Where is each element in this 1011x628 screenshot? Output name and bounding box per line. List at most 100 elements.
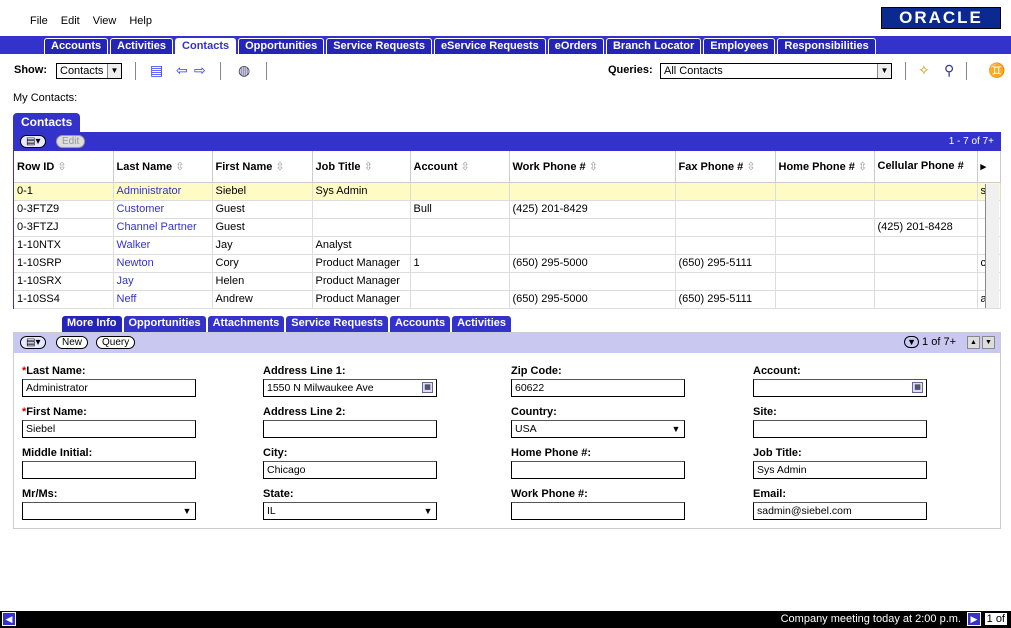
table-row[interactable]: 1-10SRX Jay Helen Product Manager [14,272,1001,291]
column-header[interactable]: Work Phone # ⇳ [509,151,676,183]
mrms-select[interactable]: ▼ [22,502,196,520]
detail-tab-opportunities[interactable]: Opportunities [123,316,206,332]
state-select[interactable]: IL ▼ [263,502,437,520]
home-phone-field[interactable] [511,461,685,479]
column-header[interactable]: Cellular Phone # [874,151,978,183]
back-arrow-icon[interactable]: ⇦ [176,62,188,79]
work-phone-field[interactable] [511,502,685,520]
table-cell[interactable]: Newton [113,254,213,273]
sort-icon[interactable]: ⇳ [361,161,373,173]
next-record-icon[interactable]: ▼ [982,336,995,349]
detail-tab-attachments[interactable]: Attachments [207,316,285,332]
scroll-columns-icon[interactable]: ▸ [977,151,1001,183]
table-cell[interactable]: Walker [113,236,213,255]
query-button[interactable]: Query [96,336,136,349]
chevron-down-icon[interactable]: ▼ [421,504,435,518]
binoculars-icon[interactable]: ♊ [988,62,1005,79]
table-row[interactable]: 0-3FTZJ Channel Partner Guest (425) 201-842… [14,218,1001,237]
forward-arrow-icon[interactable]: ⇨ [194,62,206,79]
column-header[interactable]: Home Phone # ⇳ [775,151,875,183]
column-header[interactable]: Account ⇳ [410,151,510,183]
job-title-field[interactable]: Sys Admin [753,461,927,479]
address1-field[interactable]: 1550 N Milwaukee Ave ▦ [263,379,437,397]
detail-tab-service-requests[interactable]: Service Requests [286,316,388,332]
detail-tab-accounts[interactable]: Accounts [389,316,451,332]
chevron-down-icon[interactable]: ▼ [877,64,891,78]
edit-button[interactable]: Edit [56,135,86,148]
globe-icon[interactable]: ◍ [238,62,250,79]
column-header[interactable]: Fax Phone # ⇳ [675,151,776,183]
column-header[interactable]: First Name ⇳ [212,151,313,183]
table-cell[interactable]: Jay [113,272,213,291]
account-label: Account: [753,365,801,377]
last-name-field[interactable]: Administrator [22,379,196,397]
column-header[interactable]: Job Title ⇳ [312,151,411,183]
table-cell[interactable]: Customer [113,200,213,219]
menu-help[interactable]: Help [129,15,152,27]
tab-eservice-requests[interactable]: eService Requests [433,38,546,54]
show-select[interactable]: Contacts ▼ [56,63,122,79]
menu-file[interactable]: File [30,15,48,27]
middle-initial-field[interactable] [22,461,196,479]
tab-contacts[interactable]: Contacts [175,38,237,54]
tab-accounts[interactable]: Accounts [44,38,109,54]
table-row[interactable]: 0-3FTZ9 Customer Guest Bull (425) 201-8429 [14,200,1001,219]
picklist-icon[interactable]: ▦ [912,382,923,393]
queries-select[interactable]: All Contacts ▼ [660,63,892,79]
scroll-right-icon[interactable]: ▶ [967,612,981,626]
form-menu-button[interactable]: ▤▾ [20,336,47,349]
detail-tab-more-info[interactable]: More Info [62,316,122,332]
column-header[interactable]: Last Name ⇳ [113,151,213,183]
table-cell[interactable]: Administrator [113,182,213,201]
list-scrollbar[interactable] [985,184,999,308]
tab-eorders[interactable]: eOrders [547,38,604,54]
chevron-down-icon[interactable]: ▼ [669,422,683,436]
chevron-down-icon[interactable]: ▼ [107,64,121,78]
applet-menu-button[interactable]: ▤▾ [20,135,47,148]
document-icon[interactable]: ▤ [150,62,163,79]
sort-icon[interactable]: ⇳ [54,161,66,173]
detail-tab-activities[interactable]: Activities [452,316,511,332]
scroll-left-icon[interactable]: ◀ [2,612,16,626]
tab-branch-locator[interactable]: Branch Locator [605,38,702,54]
first-name-field[interactable]: Siebel [22,420,196,438]
search-icon[interactable]: ⚲ [944,62,954,79]
table-row[interactable]: 1-10NTX Walker Jay Analyst [14,236,1001,255]
account-field[interactable]: ▦ [753,379,927,397]
tab-service-requests[interactable]: Service Requests [326,38,432,54]
sort-icon[interactable]: ⇳ [272,161,284,173]
city-field[interactable]: Chicago [263,461,437,479]
sort-icon[interactable]: ⇳ [855,161,867,173]
menu-edit[interactable]: Edit [61,15,80,27]
sort-icon[interactable]: ⇳ [743,161,755,173]
new-query-icon[interactable]: ✧ [918,62,930,79]
toolbar-separator [966,62,967,80]
email-field[interactable]: sadmin@siebel.com [753,502,927,520]
tab-employees[interactable]: Employees [703,38,776,54]
country-select[interactable]: USA ▼ [511,420,685,438]
table-cell: 1-10SRP [14,254,114,273]
tab-activities[interactable]: Activities [110,38,174,54]
column-header[interactable]: Row ID ⇳ [14,151,114,183]
chevron-down-icon[interactable]: ▼ [180,504,194,518]
table-cell[interactable]: Neff [113,290,213,309]
record-nav-icon[interactable]: ▼ [904,336,919,348]
zip-field[interactable]: 60622 [511,379,685,397]
tab-responsibilities[interactable]: Responsibilities [777,38,876,54]
site-field[interactable] [753,420,927,438]
picklist-icon[interactable]: ▦ [422,382,433,393]
new-button[interactable]: New [56,336,89,349]
table-cell[interactable]: Channel Partner [113,218,213,237]
tab-opportunities[interactable]: Opportunities [238,38,325,54]
menu-view[interactable]: View [93,15,117,27]
table-row[interactable]: 1-10SRP Newton Cory Product Manager 1 (650) 2… [14,254,1001,273]
sort-icon[interactable]: ⇳ [586,161,598,173]
sort-icon[interactable]: ⇳ [458,161,470,173]
address1-group: Address Line 1: 1550 N Milwaukee Ave ▦ [263,365,437,397]
table-row[interactable]: 1-10SS4 Neff Andrew Product Manager (650) 29… [14,290,1001,309]
previous-record-icon[interactable]: ▲ [967,336,980,349]
sort-icon[interactable]: ⇳ [172,161,184,173]
table-cell [874,272,978,291]
table-row[interactable]: 0-1 Administrator Siebel Sys Admin s [14,182,1001,201]
address2-field[interactable] [263,420,437,438]
